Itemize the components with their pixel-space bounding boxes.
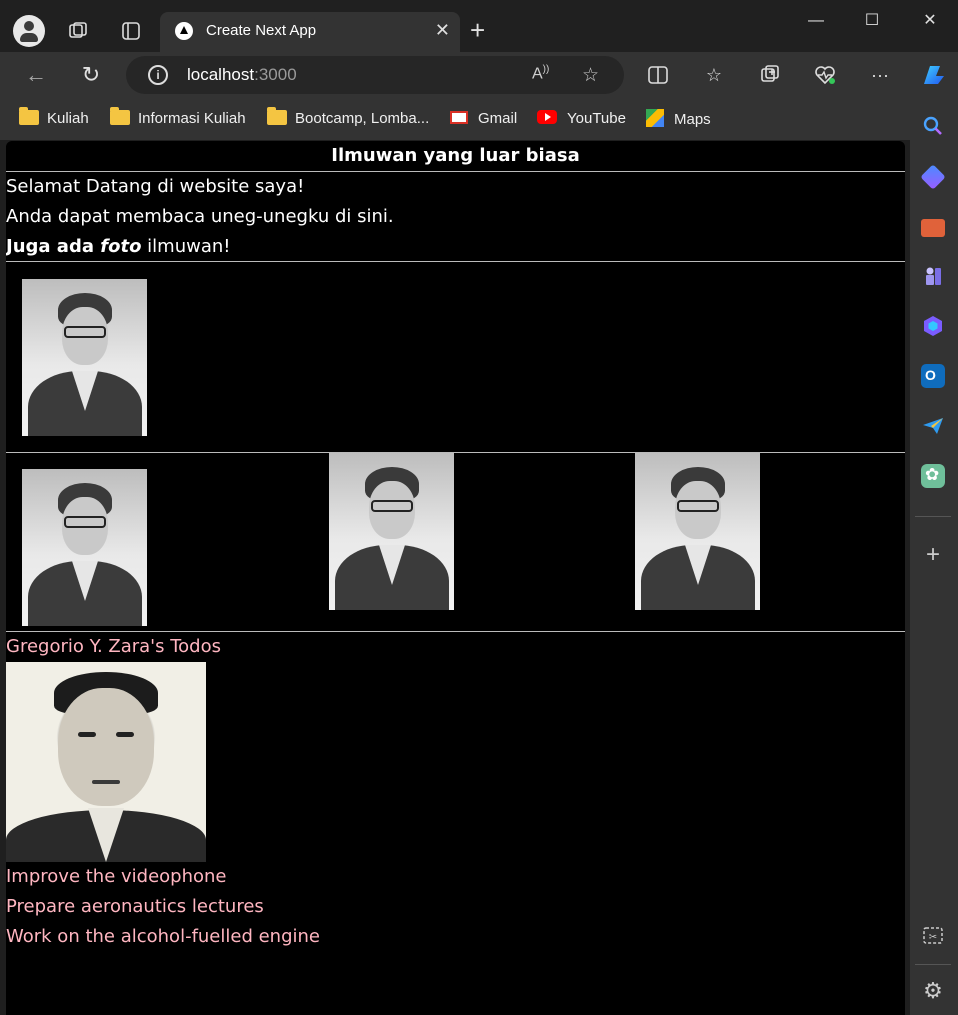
search-icon[interactable]	[921, 114, 945, 138]
url-host: localhost	[187, 65, 255, 84]
divider	[6, 452, 905, 453]
scientist-photo	[635, 453, 760, 610]
page-viewport: Ilmuwan yang luar biasa Selamat Datang d…	[6, 141, 905, 1015]
send-drop-icon[interactable]	[921, 414, 945, 438]
youtube-icon	[537, 110, 557, 124]
page-title: Ilmuwan yang luar biasa	[331, 145, 580, 166]
intro-photo: Juga ada foto ilmuwan!	[6, 236, 230, 257]
favorites-icon[interactable]: ☆	[702, 63, 726, 87]
more-options-icon[interactable]: ···	[868, 63, 892, 87]
browser-essentials-icon[interactable]	[813, 63, 837, 87]
maximize-icon[interactable]: ☐	[852, 10, 892, 32]
scientist-photo	[329, 453, 454, 610]
profile-avatar[interactable]	[13, 15, 45, 47]
shopping-tag-icon[interactable]	[920, 164, 946, 190]
screenshot-icon[interactable]: ✂	[921, 924, 945, 948]
bookmark-youtube[interactable]: YouTube	[537, 109, 626, 129]
games-chess-icon[interactable]	[921, 264, 945, 288]
bookmark-maps[interactable]: Maps	[646, 109, 711, 129]
bookmark-label: Informasi Kuliah	[138, 110, 246, 127]
sidebar-divider	[915, 964, 951, 965]
workspaces-icon[interactable]	[67, 20, 89, 42]
folder-icon	[110, 107, 130, 125]
tab-title: Create Next App	[206, 22, 317, 39]
url-text: localhost:3000	[187, 65, 297, 85]
tab-create-next-app[interactable]: Create Next App ✕	[160, 12, 460, 52]
navigation-toolbar: ← ↻ i localhost:3000 A)) ☆ ☆ ···	[0, 52, 958, 98]
tools-briefcase-icon[interactable]	[921, 219, 945, 237]
intro-bold: Juga ada	[6, 236, 101, 257]
scientist-photo	[22, 469, 147, 626]
copilot-sidebar-icon[interactable]	[921, 314, 945, 338]
gregorio-zara-photo	[6, 662, 206, 862]
intro-welcome: Selamat Datang di website saya!	[6, 176, 305, 197]
split-screen-icon[interactable]	[646, 63, 670, 87]
divider	[6, 261, 905, 262]
bookmark-informasi-kuliah[interactable]: Informasi Kuliah	[110, 107, 246, 129]
site-info-icon[interactable]: i	[148, 65, 168, 85]
todo-item: Prepare aeronautics lectures	[6, 896, 264, 917]
copilot-icon[interactable]	[918, 60, 948, 90]
bookmark-label: Bootcamp, Lomba...	[295, 110, 430, 127]
intro-bold-italic: foto	[100, 236, 142, 257]
tab-actions-icon[interactable]	[120, 20, 142, 42]
folder-icon	[19, 107, 39, 125]
bookmark-gmail[interactable]: Gmail	[450, 109, 517, 129]
todo-heading: Gregorio Y. Zara's Todos	[6, 636, 221, 657]
bookmark-label: Gmail	[478, 110, 518, 127]
folder-icon	[267, 107, 287, 125]
new-tab-icon[interactable]: +	[470, 16, 485, 44]
bookmark-label: Maps	[674, 111, 711, 128]
tab-strip: Create Next App ✕ + — ☐ ✕	[0, 0, 958, 52]
outlook-icon[interactable]: O	[921, 364, 945, 388]
intro-read: Anda dapat membaca uneg-unegku di sini.	[6, 206, 394, 227]
svg-text:✂: ✂	[929, 932, 937, 943]
add-sidebar-app-icon[interactable]: +	[921, 543, 945, 567]
bookmark-bootcamp-lomba[interactable]: Bootcamp, Lomba...	[267, 107, 430, 129]
todo-item: Work on the alcohol-fuelled engine	[6, 926, 320, 947]
close-window-icon[interactable]: ✕	[910, 10, 950, 32]
close-tab-icon[interactable]: ✕	[435, 20, 450, 40]
minimize-icon[interactable]: —	[796, 10, 836, 32]
url-port: :3000	[254, 65, 297, 84]
read-aloud-icon[interactable]: A))	[532, 64, 549, 83]
sidebar-divider	[915, 516, 951, 517]
address-bar[interactable]: i localhost:3000 A)) ☆	[126, 56, 624, 94]
settings-gear-icon[interactable]: ⚙	[921, 979, 945, 1003]
bookmark-label: Kuliah	[47, 110, 89, 127]
maps-icon	[646, 109, 664, 127]
todo-item: Improve the videophone	[6, 866, 227, 887]
bookmarks-bar: Kuliah Informasi Kuliah Bootcamp, Lomba.…	[0, 98, 910, 140]
intro-rest: ilmuwan!	[141, 236, 231, 257]
browser-window: Create Next App ✕ + — ☐ ✕ ← ↻ i localhos…	[0, 0, 958, 1015]
back-icon[interactable]: ←	[23, 62, 49, 88]
scientist-photo	[22, 279, 147, 436]
gmail-icon	[450, 111, 468, 124]
chatgpt-icon[interactable]: ✿	[921, 464, 945, 488]
refresh-icon[interactable]: ↻	[78, 62, 104, 88]
edge-sidebar: O ✿ + ✂ ⚙	[910, 98, 958, 1015]
favorite-star-icon[interactable]: ☆	[582, 64, 599, 87]
bookmark-label: YouTube	[567, 110, 626, 127]
divider	[6, 171, 905, 172]
divider	[6, 631, 905, 632]
bookmark-kuliah[interactable]: Kuliah	[19, 107, 89, 129]
collections-icon[interactable]	[758, 63, 782, 87]
nextjs-favicon-icon	[175, 22, 193, 40]
